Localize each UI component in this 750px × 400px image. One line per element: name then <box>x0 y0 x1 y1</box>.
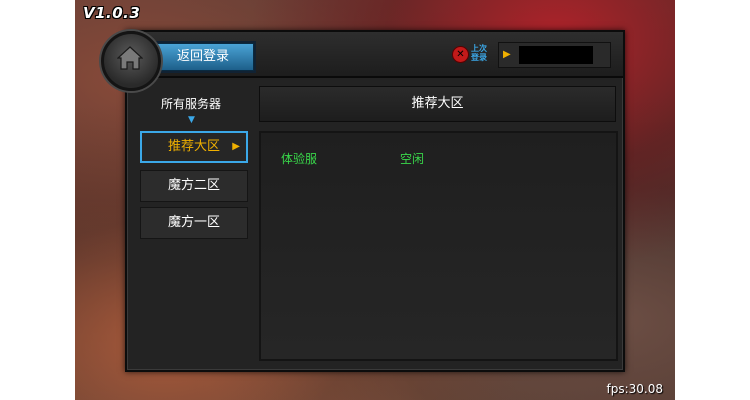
server-group-recommended[interactable]: 推荐大区 ▶ <box>140 131 248 163</box>
last-login-icon: ✕ <box>452 46 469 63</box>
play-arrow-icon: ▶ <box>503 49 511 60</box>
last-login-server-value <box>519 46 593 64</box>
last-login-label: 上次登录 <box>471 44 487 62</box>
server-group-label: 推荐大区 <box>167 139 220 154</box>
last-login-server-box[interactable]: ▶ <box>498 42 611 68</box>
caret-down-icon: ▼ <box>188 115 195 125</box>
region-title: 推荐大区 <box>259 86 616 122</box>
server-entry-name[interactable]: 体验服 <box>281 150 317 167</box>
back-to-login-button[interactable]: 返回登录 <box>152 43 254 71</box>
server-group-mofang-2[interactable]: 魔方二区 <box>140 170 248 202</box>
all-servers-title: 所有服务器 <box>160 97 221 111</box>
server-group-mofang-1[interactable]: 魔方一区 <box>140 207 248 239</box>
version-label: V1.0.3 <box>83 4 141 22</box>
server-group-label: 魔方一区 <box>167 215 220 230</box>
selected-arrow-icon: ▶ <box>232 141 240 152</box>
home-button[interactable] <box>101 31 161 91</box>
server-entry-status: 空闲 <box>400 152 425 166</box>
fps-counter: fps:30.08 <box>606 382 664 396</box>
home-icon <box>117 46 143 70</box>
server-group-label: 魔方二区 <box>167 178 220 193</box>
